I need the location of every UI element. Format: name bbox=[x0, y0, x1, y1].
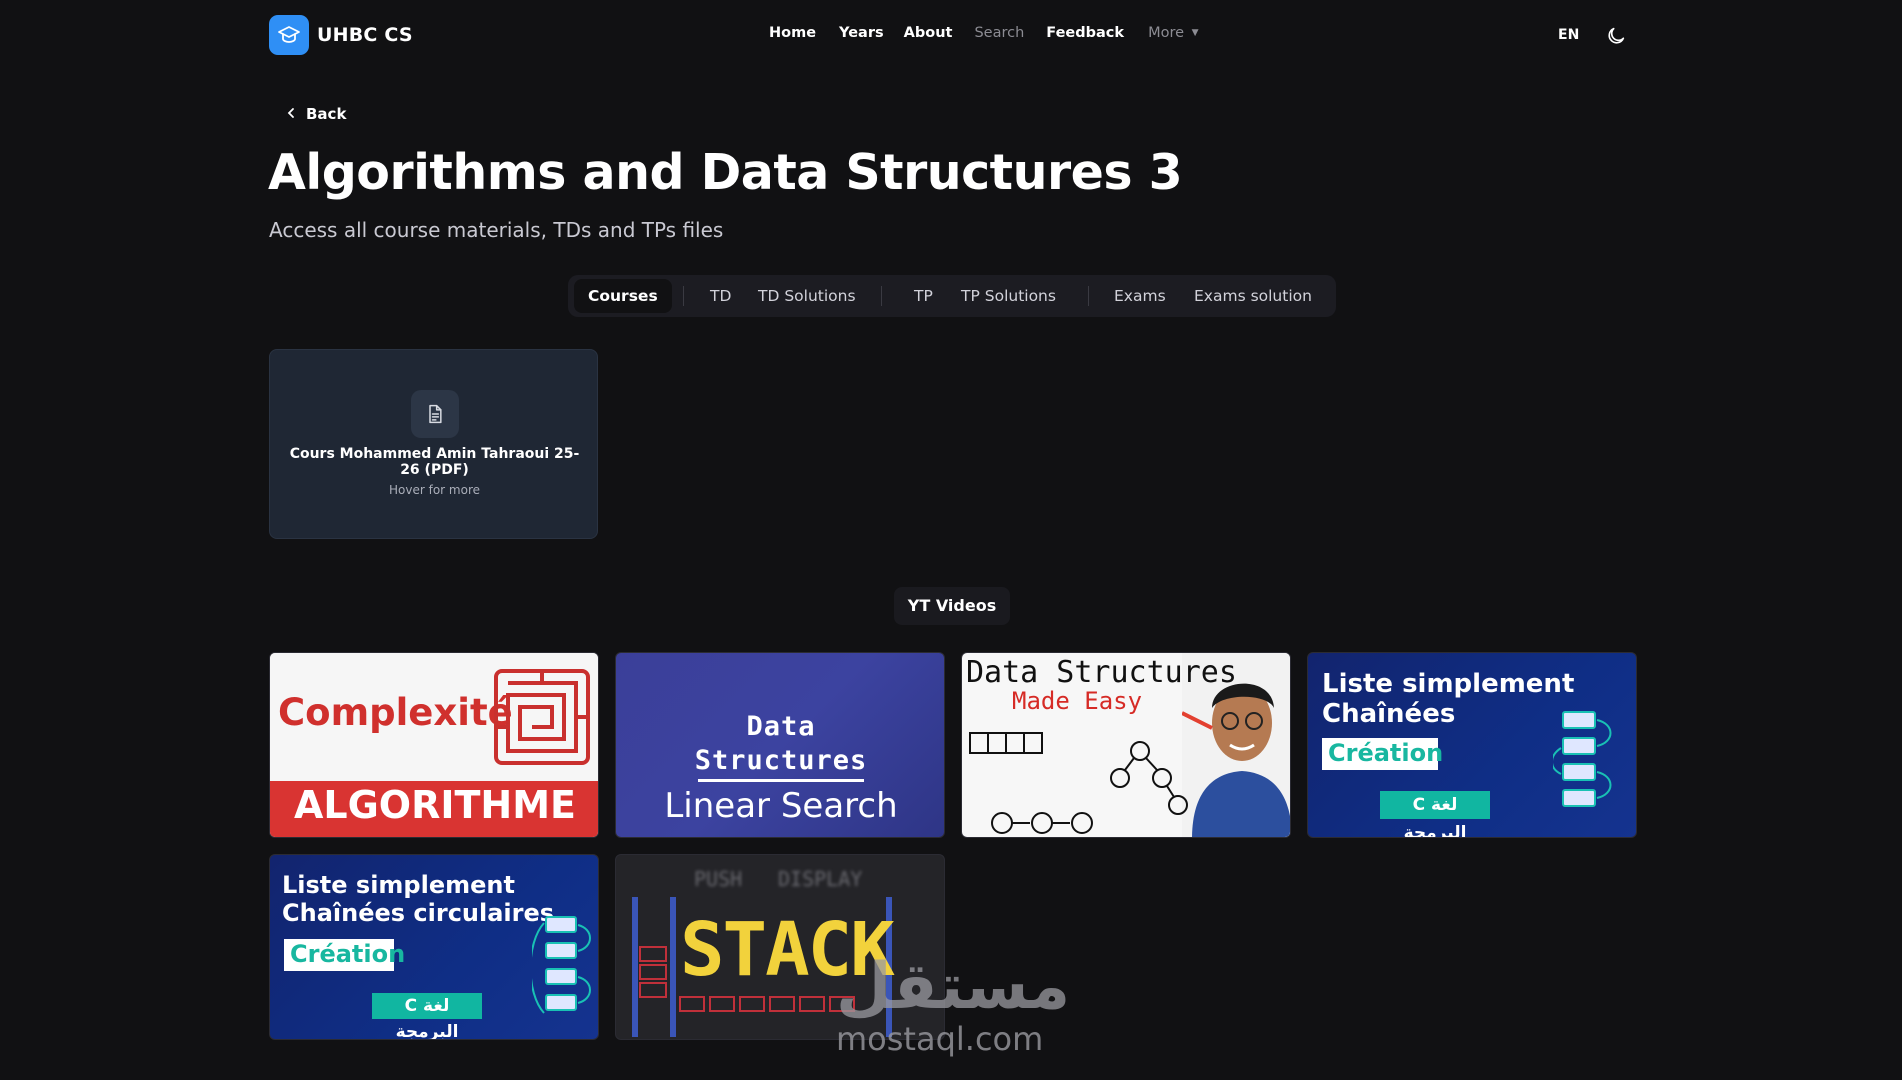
underline bbox=[698, 779, 864, 782]
nav-links: Home Years About Search Feedback More ▼ bbox=[769, 25, 1199, 41]
thumbnail-text: Liste simplement Chaînées bbox=[1322, 669, 1574, 729]
course-file-card[interactable]: Cours Mohammed Amin Tahraoui 25-26 (PDF)… bbox=[269, 349, 598, 539]
course-file-title: Cours Mohammed Amin Tahraoui 25-26 (PDF) bbox=[289, 446, 580, 478]
maze-icon bbox=[494, 669, 590, 765]
tab-exams[interactable]: Exams bbox=[1114, 275, 1166, 317]
thumbnail-arabic: C لغة البرمجة bbox=[372, 993, 482, 1039]
video-thumbnail-data-structures-made-easy[interactable]: Data Structures Made Easy bbox=[961, 652, 1291, 838]
tab-exams-solution[interactable]: Exams solution bbox=[1194, 275, 1312, 317]
thumbnail-text: Linear Search bbox=[664, 786, 898, 826]
tab-divider bbox=[683, 286, 684, 306]
back-label: Back bbox=[306, 105, 347, 123]
nav-search[interactable]: Search bbox=[974, 25, 1024, 41]
page-subtitle: Access all course materials, TDs and TPs… bbox=[269, 218, 724, 242]
tab-divider bbox=[1088, 286, 1089, 306]
top-navbar: UHBC CS Home Years About Search Feedback… bbox=[0, 0, 1902, 72]
tab-courses[interactable]: Courses bbox=[574, 279, 672, 313]
thumbnail-text: Liste simplement Chaînées circulaires bbox=[282, 871, 554, 927]
thumbnail-badge-text: Création bbox=[290, 940, 406, 968]
document-icon bbox=[411, 390, 459, 438]
materials-tabs: Courses TD TD Solutions TP TP Solutions … bbox=[568, 275, 1336, 317]
graduation-cap-icon bbox=[269, 15, 309, 55]
thumbnail-line: Liste simplement bbox=[1322, 669, 1575, 699]
thumbnail-text: Structures bbox=[694, 745, 868, 776]
course-file-hint: Hover for more bbox=[389, 483, 480, 497]
thumbnail-arabic: C لغة البرمجة bbox=[1380, 791, 1490, 837]
brand[interactable]: UHBC CS bbox=[269, 15, 413, 55]
back-button[interactable]: Back bbox=[285, 105, 346, 123]
tab-td-solutions[interactable]: TD Solutions bbox=[758, 275, 856, 317]
data-structure-diagram bbox=[969, 732, 1188, 834]
nav-more-label: More bbox=[1148, 25, 1185, 41]
language-toggle[interactable]: EN bbox=[1558, 27, 1579, 43]
video-thumbnail-complexite[interactable]: Complexité ALGORITHME bbox=[269, 652, 599, 838]
video-thumbnail-liste-chainees-circulaires[interactable]: Liste simplement Chaînées circulaires Cr… bbox=[269, 854, 599, 1040]
thumbnail-line: Liste simplement bbox=[282, 871, 515, 899]
caret-down-icon: ▼ bbox=[1191, 28, 1199, 38]
thumbnail-text: Complexité bbox=[278, 691, 513, 734]
moon-icon[interactable] bbox=[1605, 25, 1627, 47]
circular-list-icon bbox=[532, 916, 591, 1014]
thumbnail-text: PUSH bbox=[694, 867, 743, 891]
thumbnail-badge-text: Création bbox=[1328, 739, 1444, 767]
brand-name: UHBC CS bbox=[317, 24, 413, 46]
page-title: Algorithms and Data Structures 3 bbox=[268, 144, 1183, 201]
chevron-left-icon bbox=[285, 105, 297, 123]
video-thumbnail-linear-search[interactable]: Data Structures Linear Search bbox=[615, 652, 945, 838]
linked-list-icon bbox=[1553, 711, 1612, 807]
thumbnail-text: Data bbox=[746, 711, 816, 742]
nav-years[interactable]: Years bbox=[839, 25, 884, 41]
thumbnail-line: Chaînées bbox=[1322, 699, 1456, 729]
thumbnail-text: DISPLAY bbox=[778, 867, 863, 891]
thumbnail-text: ALGORITHME bbox=[293, 783, 576, 827]
tab-td[interactable]: TD bbox=[710, 275, 731, 317]
tab-tp-solutions[interactable]: TP Solutions bbox=[961, 275, 1056, 317]
video-thumbnail-liste-chainees[interactable]: Liste simplement Chaînées Création C لغة… bbox=[1307, 652, 1637, 838]
thumbnail-line: Chaînées circulaires bbox=[282, 899, 555, 927]
thumbnail-text: Made Easy bbox=[1012, 687, 1143, 715]
thumbnail-text: Data Structures bbox=[966, 655, 1237, 690]
tab-tp[interactable]: TP bbox=[914, 275, 933, 317]
watermark-arabic: مستقل bbox=[836, 950, 1071, 1024]
nav-feedback[interactable]: Feedback bbox=[1046, 25, 1124, 41]
nav-home[interactable]: Home bbox=[769, 25, 816, 41]
tab-divider bbox=[881, 286, 882, 306]
yt-videos-label: YT Videos bbox=[894, 587, 1010, 625]
watermark-latin: mostaql.com bbox=[836, 1020, 1044, 1058]
nav-more[interactable]: More ▼ bbox=[1148, 25, 1198, 41]
nav-about[interactable]: About bbox=[904, 25, 953, 41]
